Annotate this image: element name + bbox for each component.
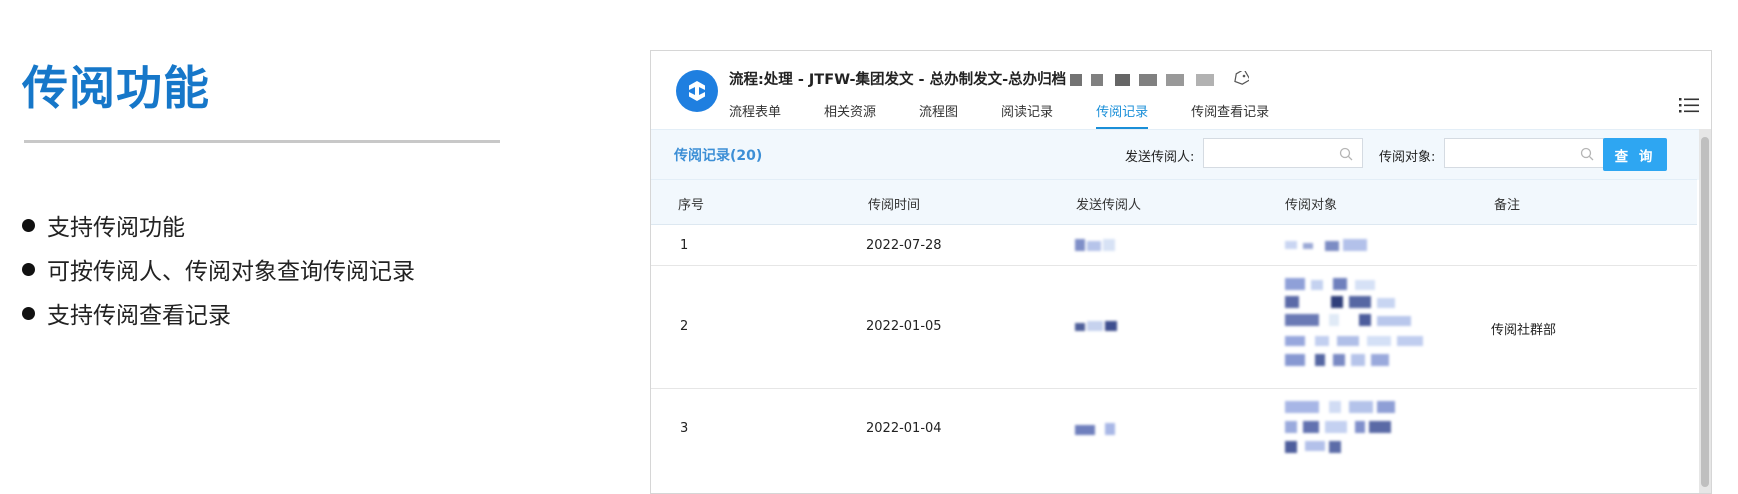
tag-icon[interactable] (1233, 68, 1252, 89)
tab-read-records[interactable]: 阅读记录 (1001, 101, 1053, 129)
sender-label: 发送传阅人: (1125, 150, 1195, 165)
table-row[interactable]: 2 2022-01-05 传阅社群部 (651, 266, 1697, 389)
bullet-icon (22, 218, 35, 232)
row-index: 1 (680, 238, 689, 253)
query-button[interactable]: 查 询 (1603, 138, 1667, 171)
row-time: 2022-01-04 (866, 421, 942, 436)
list-menu-icon[interactable] (1679, 96, 1699, 118)
column-header-remark: 备注 (1494, 198, 1521, 213)
search-icon[interactable] (1339, 146, 1353, 165)
feature-text: 支持传阅功能 (47, 215, 185, 241)
tab-form[interactable]: 流程表单 (729, 101, 781, 129)
tab-resources[interactable]: 相关资源 (824, 101, 876, 129)
title-divider (24, 140, 500, 143)
feature-item: 支持传阅功能 (22, 203, 415, 247)
app-header: 流程:处理 - JTFW-集团发文 - 总办制发文-总办归档 流程表单 相关资源… (651, 51, 1711, 129)
column-header-target: 传阅对象 (1285, 198, 1338, 213)
search-icon[interactable] (1580, 146, 1594, 165)
tab-flowchart[interactable]: 流程图 (919, 101, 958, 129)
row-time: 2022-01-05 (866, 319, 942, 334)
column-header-time: 传阅时间 (868, 198, 921, 213)
scrollbar-thumb[interactable] (1701, 137, 1709, 487)
feature-list: 支持传阅功能 可按传阅人、传阅对象查询传阅记录 支持传阅查看记录 (22, 203, 415, 335)
tab-bar: 流程表单 相关资源 流程图 阅读记录 传阅记录 传阅查看记录 (729, 101, 1312, 129)
row-time: 2022-07-28 (866, 238, 942, 253)
table-row[interactable]: 1 2022-07-28 (651, 225, 1697, 266)
process-title: 流程:处理 - JTFW-集团发文 - 总办制发文-总办归档 (729, 68, 1252, 89)
row-index: 3 (680, 421, 689, 436)
table-header: 序号 传阅时间 发送传阅人 传阅对象 备注 (651, 179, 1697, 225)
process-title-text: 流程:处理 - JTFW-集团发文 - 总办制发文-总办归档 (729, 72, 1067, 88)
app-window: 流程:处理 - JTFW-集团发文 - 总办制发文-总办归档 流程表单 相关资源… (650, 50, 1712, 494)
feature-text: 可按传阅人、传阅对象查询传阅记录 (47, 259, 415, 285)
feature-item: 支持传阅查看记录 (22, 291, 415, 335)
slide-title: 传阅功能 (22, 61, 210, 115)
bullet-icon (22, 262, 35, 276)
row-index: 2 (680, 319, 689, 334)
tab-circulation-view-records[interactable]: 传阅查看记录 (1191, 101, 1269, 129)
redacted-text (1070, 74, 1221, 86)
target-label: 传阅对象: (1379, 150, 1436, 165)
vertical-scrollbar[interactable] (1699, 129, 1711, 493)
table-row[interactable]: 3 2022-01-04 (651, 389, 1697, 467)
feature-text: 支持传阅查看记录 (47, 303, 231, 329)
app-logo-icon (676, 70, 718, 112)
column-header-index: 序号 (678, 198, 705, 213)
feature-item: 可按传阅人、传阅对象查询传阅记录 (22, 247, 415, 291)
column-header-sender: 发送传阅人 (1076, 198, 1142, 213)
record-count: 传阅记录(20) (674, 148, 763, 164)
filter-toolbar: 传阅记录(20) 发送传阅人: 传阅对象: 查 询 (651, 129, 1711, 180)
bullet-icon (22, 306, 35, 320)
records-table: 序号 传阅时间 发送传阅人 传阅对象 备注 1 2022-07-28 2 202… (651, 179, 1697, 467)
row-remark: 传阅社群部 (1491, 323, 1557, 338)
tab-circulation-records[interactable]: 传阅记录 (1096, 101, 1149, 129)
